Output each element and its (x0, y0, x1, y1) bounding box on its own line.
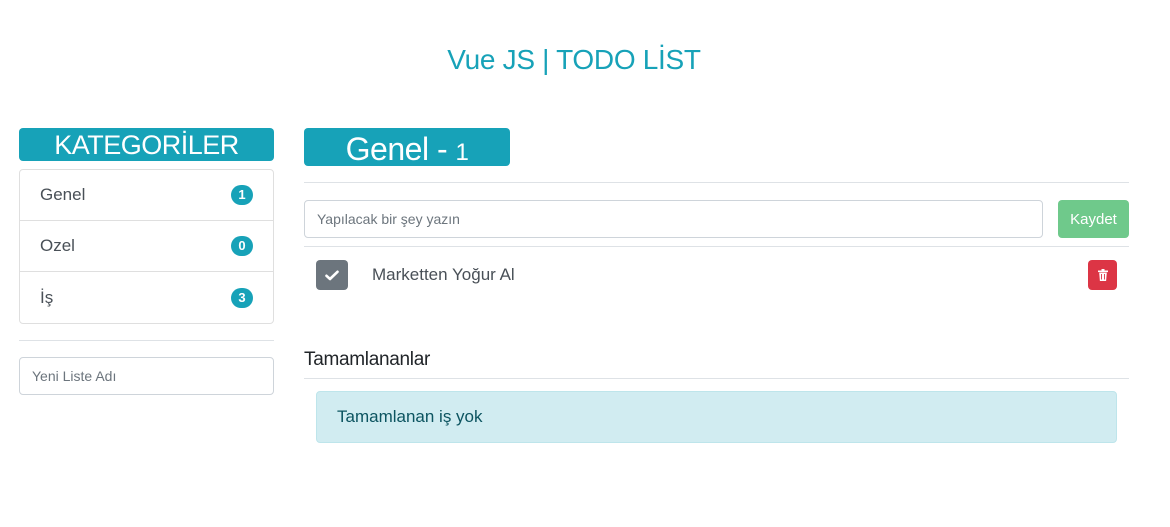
count-badge: 1 (231, 185, 253, 205)
page-title: Vue JS | TODO LİST (447, 44, 701, 75)
category-label: İş (40, 287, 54, 307)
main-panel: Genel - 1 Kaydet Marketten Yoğur Al Tama… (304, 128, 1129, 443)
sidebar: KATEGORİLER Genel 1 Ozel 0 İş 3 (19, 128, 274, 395)
category-item-is[interactable]: İş 3 (20, 272, 273, 323)
new-list-input[interactable] (19, 357, 274, 395)
list-title: Genel - 1 (304, 128, 510, 167)
todo-item: Marketten Yoğur Al (304, 247, 1129, 303)
todo-input[interactable] (304, 200, 1043, 238)
trash-icon (1097, 269, 1108, 281)
divider (304, 182, 1129, 183)
category-label: Genel (40, 185, 86, 204)
category-label: Ozel (40, 236, 75, 255)
count-badge: 0 (231, 236, 253, 256)
save-button[interactable]: Kaydet (1058, 200, 1129, 238)
categories-header: KATEGORİLER (19, 128, 274, 161)
count-badge: 3 (231, 287, 253, 308)
check-icon (325, 270, 339, 280)
list-count: 1 (455, 139, 469, 166)
completed-empty-alert: Tamamlanan iş yok (316, 391, 1117, 443)
completed-title: Tamamlananlar (304, 349, 430, 370)
divider (304, 378, 1129, 379)
list-title-text: Genel - (345, 131, 456, 167)
complete-button[interactable] (316, 260, 348, 290)
divider (19, 340, 274, 341)
todo-form: Kaydet (304, 200, 1129, 238)
todo-text: Marketten Yoğur Al (372, 265, 515, 284)
category-item-ozel[interactable]: Ozel 0 (20, 221, 273, 272)
delete-button[interactable] (1088, 260, 1117, 290)
category-list: Genel 1 Ozel 0 İş 3 (19, 169, 274, 324)
category-item-genel[interactable]: Genel 1 (20, 170, 273, 221)
